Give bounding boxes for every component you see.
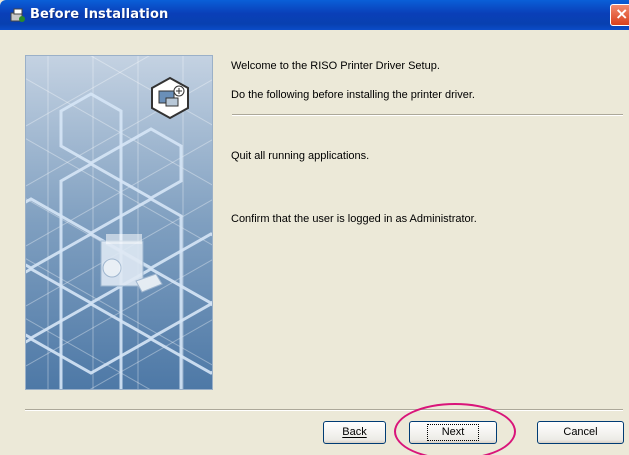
side-banner-image — [25, 55, 213, 390]
title-bar[interactable]: Before Installation × — [0, 0, 629, 30]
back-button-label: Back — [342, 426, 367, 438]
divider-bottom — [25, 409, 623, 411]
divider-top — [232, 114, 623, 116]
installer-icon — [10, 8, 25, 22]
close-button[interactable]: × — [610, 4, 629, 26]
window-title: Before Installation — [30, 7, 169, 22]
back-button[interactable]: Back — [323, 421, 386, 444]
highlight-ring — [394, 403, 516, 455]
welcome-text: Welcome to the RISO Printer Driver Setup… — [231, 60, 440, 72]
installer-dialog: Before Installation × Welcome to the RIS… — [0, 0, 629, 455]
instruction-text: Do the following before installing the p… — [231, 89, 475, 101]
step-confirm-administrator: Confirm that the user is logged in as Ad… — [231, 213, 477, 225]
step-quit-applications: Quit all running applications. — [231, 150, 370, 162]
cancel-button[interactable]: Cancel — [537, 421, 624, 444]
cancel-button-label: Cancel — [563, 426, 598, 438]
close-icon: × — [615, 4, 629, 23]
